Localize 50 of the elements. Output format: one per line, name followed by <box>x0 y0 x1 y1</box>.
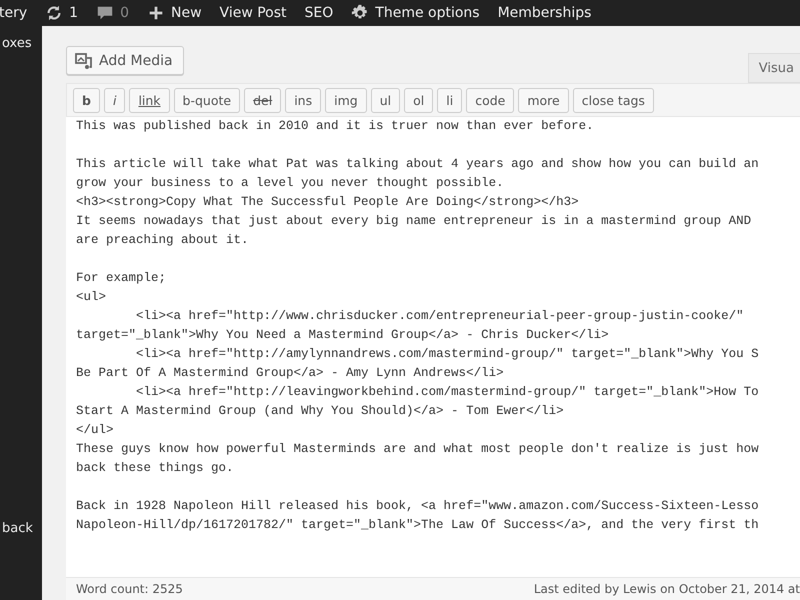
code-line: are preaching about it. <box>76 232 250 249</box>
code-line: Start A Mastermind Group (and Why You Should)</a> - Tom Ewer</li> <box>76 403 565 420</box>
code-line: grow your business to a level you never thought possible. <box>76 175 505 192</box>
quicktag-button[interactable]: ins <box>285 88 322 113</box>
refresh-icon[interactable] <box>45 4 64 22</box>
code-line: </ul> <box>76 422 115 439</box>
code-line: Napoleon-Hill/dp/1617201782/" target="_blank">The Law Of Success</a>, and the very first th <box>76 517 760 534</box>
quicktag-button[interactable]: link <box>129 88 170 113</box>
code-line: <h3><strong>Copy What The Successful People Are Doing</strong></h3> <box>76 194 580 211</box>
quicktag-button[interactable]: img <box>325 88 367 113</box>
admin-bar-link[interactable]: SEO <box>304 5 334 21</box>
code-line: <ul> <box>76 289 108 306</box>
text-editor[interactable] <box>66 117 800 577</box>
code-line: Back in 1928 Napoleon Hill released his book, <a href="www.amazon.com/Success-Sixteen-Lesso <box>76 498 760 515</box>
visual-tab[interactable]: Visua <box>748 53 800 83</box>
comment-icon[interactable] <box>96 4 114 22</box>
quicktag-button[interactable]: ol <box>404 88 434 113</box>
code-line: Be Part Of A Mastermind Group</a> - Amy Lynn Andrews</li> <box>76 365 505 382</box>
word-count: Word count: 2525 <box>76 582 183 596</box>
code-line: For example; <box>76 270 168 287</box>
admin-bar-link[interactable]: New <box>171 5 202 21</box>
quicktag-button[interactable]: ul <box>370 88 400 113</box>
code-line: It seems nowadays that just about every big name entrepreneur is in a mastermind group AND <box>76 213 752 230</box>
admin-bar-link[interactable]: View Post <box>220 5 287 21</box>
add-media-button[interactable]: Add Media <box>66 46 184 75</box>
sidebar-item[interactable]: oxes <box>2 36 42 51</box>
quicktag-button[interactable]: b-quote <box>174 88 240 113</box>
code-line: <li><a href="http://leavingworkbehind.com/mastermind-group/" target="_blank">How To <box>135 384 760 401</box>
code-line: <li><a href="http://amylynnandrews.com/mastermind-group/" target="_blank">Why You S <box>135 346 760 363</box>
admin-bar-link[interactable]: 0 <box>120 5 129 21</box>
quicktag-button[interactable]: li <box>437 88 462 113</box>
quicktag-button[interactable]: code <box>466 88 514 113</box>
code-line: target="_blank">Why You Need a Mastermind Group</a> - Chris Ducker</li> <box>76 327 610 344</box>
admin-bar-link[interactable]: Memberships <box>498 5 592 21</box>
plus-icon[interactable] <box>147 4 165 22</box>
quicktag-button[interactable]: del <box>244 88 282 113</box>
quicktag-button[interactable]: i <box>104 88 126 113</box>
code-line: This article will take what Pat was talking about 4 years ago and show how you can build an <box>76 156 760 173</box>
admin-bar-link[interactable]: 1 <box>69 5 78 21</box>
last-edited-text: Last edited by Lewis on October 21, 2014 at <box>534 582 800 596</box>
sidebar-item[interactable]: back <box>2 521 42 536</box>
admin-bar-link[interactable]: Theme options <box>375 5 480 21</box>
quicktag-button[interactable]: close tags <box>572 88 654 113</box>
media-icon <box>75 52 93 70</box>
code-line: <li><a href="http://www.chrisducker.com/entrepreneurial-peer-group-justin-cooke/" <box>135 308 745 325</box>
quicktag-button[interactable]: more <box>518 88 569 113</box>
quicktag-button[interactable]: b <box>73 88 100 113</box>
code-line: This was published back in 2010 and it is truer now than ever before. <box>76 118 595 135</box>
code-line: back these things go. <box>76 460 235 477</box>
code-line: These guys know how powerful Masterminds are and what most people don't realize is just how <box>76 441 760 458</box>
